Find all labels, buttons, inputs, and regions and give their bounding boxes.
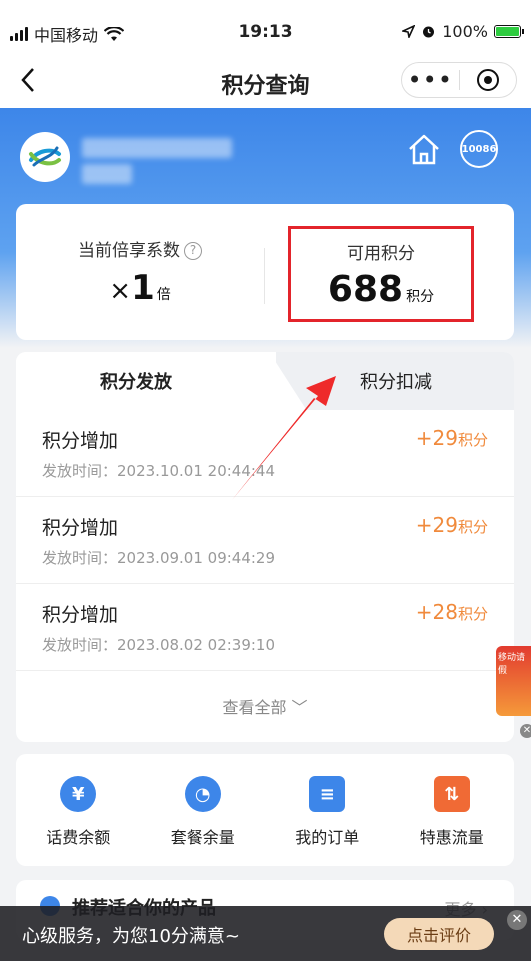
shortcut-data-deals[interactable]: ⇅ 特惠流量: [390, 754, 515, 866]
record-name: 积分增加: [42, 604, 119, 626]
china-mobile-logo-icon: [20, 132, 70, 182]
record-name: 积分增加: [42, 517, 119, 539]
record-name: 积分增加: [42, 430, 119, 452]
record-points-value: +29: [415, 426, 458, 450]
feedback-text: 心级服务，为您10分满意~: [22, 926, 240, 947]
available-points-value: 688 积分: [291, 269, 471, 310]
battery-icon: [494, 25, 524, 38]
yen-icon: ¥: [60, 776, 97, 812]
points-records-card: 积分扣减 积分发放 积分增加 发放时间：2023.10.01 20:44:44 …: [16, 352, 514, 742]
order-document-icon: ≡: [309, 776, 346, 812]
status-bar: 中国移动 19:13 100%: [0, 0, 531, 62]
available-points-highlight: 可用积分 688 积分: [288, 226, 474, 322]
record-points-value: +29: [415, 513, 458, 537]
points-summary-card: 当前倍享系数? ×1 倍 可用积分 688 积分: [16, 204, 514, 340]
record-points-unit: 积分: [457, 431, 488, 449]
shortcut-label: 我的订单: [295, 828, 360, 847]
divider: [264, 248, 265, 304]
alarm-icon: [423, 26, 435, 38]
record-points-unit: 积分: [457, 605, 488, 623]
floating-ad[interactable]: 移动请假: [496, 646, 531, 716]
record-time: 发放时间：2023.08.02 02:39:10: [42, 636, 276, 654]
shortcuts-card: ¥ 话费余额 ◔ 套餐余量 ≡ 我的订单 ⇅ 特惠流量: [16, 754, 514, 866]
floating-ad-text: 移动请假: [498, 653, 526, 676]
masked-user-name: [82, 138, 232, 158]
status-right: 100%: [402, 22, 524, 41]
shortcut-package[interactable]: ◔ 套餐余量: [141, 754, 266, 866]
home-icon[interactable]: [406, 132, 442, 166]
available-points-unit: 积分: [406, 289, 435, 305]
coefficient-number: 1: [131, 268, 155, 308]
floating-ad-close-icon[interactable]: ✕: [520, 724, 531, 738]
record-points-unit: 积分: [457, 518, 488, 536]
coefficient-value: ×1 倍: [16, 268, 264, 308]
more-icon[interactable]: •••: [402, 68, 459, 92]
shortcut-balance[interactable]: ¥ 话费余额: [16, 754, 141, 866]
pie-chart-icon: ◔: [184, 776, 221, 812]
record-points-value: +28: [415, 600, 458, 624]
feedback-close-icon[interactable]: ✕: [507, 910, 527, 930]
coefficient-label: 当前倍享系数?: [16, 236, 264, 261]
masked-user-info: [82, 164, 132, 184]
coefficient-unit: 倍: [156, 287, 171, 303]
tab-issue[interactable]: 积分发放: [16, 352, 276, 410]
record-points: +29积分: [416, 513, 488, 537]
record-points: +29积分: [416, 426, 488, 450]
view-all-link[interactable]: 查看全部 ﹀: [16, 694, 514, 718]
shortcut-orders[interactable]: ≡ 我的订单: [265, 754, 390, 866]
feedback-bar: 心级服务，为您10分满意~ 点击评价 ✕: [0, 906, 531, 961]
location-icon: [402, 25, 416, 38]
multiply-sign: ×: [109, 276, 132, 306]
shortcut-label: 特惠流量: [419, 828, 484, 847]
help-icon[interactable]: ?: [184, 242, 202, 260]
rate-button[interactable]: 点击评价: [384, 918, 494, 950]
customer-service-icon[interactable]: 10086: [460, 130, 498, 168]
coefficient-label-text: 当前倍享系数: [78, 241, 180, 261]
record-points: +28积分: [416, 600, 488, 624]
available-points-label: 可用积分: [347, 244, 415, 264]
gift-icon: ⇅: [433, 776, 470, 812]
record-time: 发放时间：2023.10.01 20:44:44: [42, 462, 276, 480]
shortcut-label: 话费余额: [46, 828, 111, 847]
records-tabs: 积分扣减 积分发放: [16, 352, 514, 410]
records-list: 积分增加 发放时间：2023.10.01 20:44:44 +29积分 积分增加…: [16, 410, 514, 671]
list-item: 积分增加 发放时间：2023.10.01 20:44:44 +29积分: [16, 410, 514, 497]
record-time: 发放时间：2023.09.01 09:44:29: [42, 549, 276, 567]
mini-program-capsule: •••: [401, 62, 517, 98]
list-item: 积分增加 发放时间：2023.08.02 02:39:10 +28积分: [16, 584, 514, 671]
nav-bar: 积分查询 •••: [0, 62, 531, 108]
tab-deduct[interactable]: 积分扣减: [269, 352, 514, 410]
available-points-number: 688: [327, 269, 404, 310]
list-item: 积分增加 发放时间：2023.09.01 09:44:29 +29积分: [16, 497, 514, 584]
battery-percent: 100%: [442, 22, 488, 41]
close-program-icon[interactable]: [459, 69, 516, 91]
shortcut-label: 套餐余量: [170, 828, 235, 847]
